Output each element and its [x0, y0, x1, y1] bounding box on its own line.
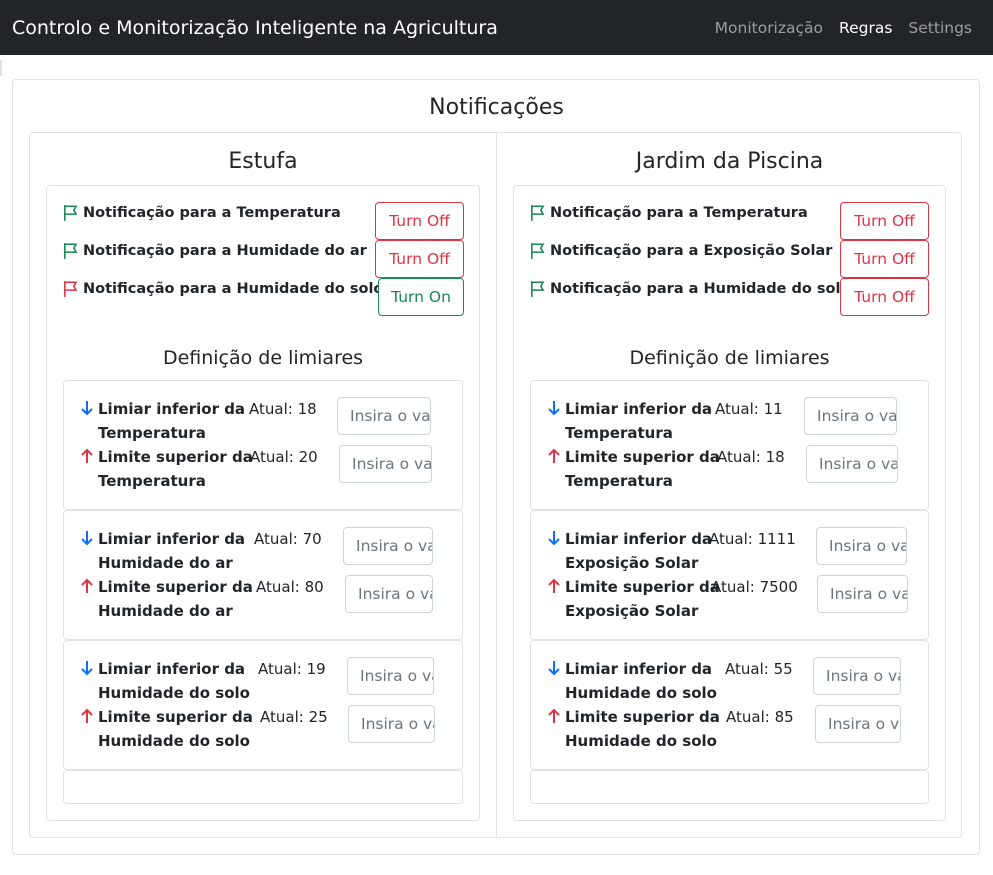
turn-off-button[interactable]: Turn Off [840, 202, 929, 240]
lower-label-l2: Humidade do solo [98, 684, 250, 702]
flag-icon [529, 242, 547, 260]
arrow-up-icon [81, 708, 93, 723]
upper-label-l2: Temperatura [98, 472, 206, 490]
nav-monitorizacao[interactable]: Monitorização [715, 19, 823, 37]
column-divider [496, 132, 497, 838]
nav-settings[interactable]: Settings [908, 19, 972, 37]
lower-threshold-input[interactable]: Insira o valor [337, 397, 431, 435]
upper-threshold-input[interactable]: Insira o valor [817, 575, 908, 613]
arrow-down-icon [548, 401, 560, 416]
upper-label-l2: Humidade do solo [565, 732, 717, 750]
flag-icon [62, 280, 80, 298]
lower-label-l2: Exposição Solar [565, 554, 699, 572]
lower-label-l2: Temperatura [565, 424, 673, 442]
lower-label: Limiar inferior da [565, 530, 713, 548]
column-title-estufa: Estufa [228, 149, 298, 174]
thresholds-title: Definição de limiares [629, 347, 830, 369]
turn-off-button[interactable]: Turn Off [375, 240, 464, 278]
lower-label-l2: Humidade do solo [565, 684, 717, 702]
upper-label: Limite superior da [98, 578, 253, 596]
notification-label: Notificação para a Temperatura [550, 205, 808, 221]
upper-label: Limite superior da [98, 448, 253, 466]
upper-threshold-input[interactable]: Insira o valor [339, 445, 432, 483]
upper-label: Limite superior da [565, 448, 720, 466]
arrow-down-icon [81, 661, 93, 676]
notification-humidade-solo: Notificação para a Humidade do solo [62, 280, 383, 298]
lower-label: Limiar inferior da [565, 400, 713, 418]
notification-label: Notificação para a Humidade do solo [550, 281, 851, 297]
column-title-jardim: Jardim da Piscina [635, 149, 824, 174]
lower-label-l2: Temperatura [98, 424, 206, 442]
arrow-down-icon [548, 661, 560, 676]
upper-label: Limite superior da [565, 708, 720, 726]
lower-threshold-input[interactable]: Insira o valor [804, 397, 897, 435]
turn-off-button[interactable]: Turn Off [840, 278, 929, 316]
arrow-down-icon [548, 531, 560, 546]
nav-links: Monitorização Regras Settings [715, 19, 972, 37]
notification-temperatura: Notificação para a Temperatura [62, 204, 341, 222]
current-value: Atual: 85 [726, 708, 794, 726]
upper-threshold-input[interactable]: Insira o valor [345, 575, 433, 613]
notification-exposicao-solar: Notificação para a Exposição Solar [529, 242, 832, 260]
brand-title[interactable]: Controlo e Monitorização Inteligente na … [12, 17, 498, 39]
notification-humidade-ar: Notificação para a Humidade do ar [62, 242, 367, 260]
lower-label: Limiar inferior da [98, 400, 246, 418]
empty-card [530, 770, 929, 804]
lower-label: Limiar inferior da [98, 530, 246, 548]
lower-threshold-input[interactable]: Insira o valor [343, 527, 433, 565]
current-value: Atual: 7500 [711, 578, 798, 596]
nav-regras[interactable]: Regras [839, 19, 892, 37]
upper-label-l2: Temperatura [565, 472, 673, 490]
notification-label: Notificação para a Humidade do solo [83, 281, 384, 297]
navbar: Controlo e Monitorização Inteligente na … [0, 0, 993, 55]
arrow-down-icon [81, 531, 93, 546]
turn-on-button[interactable]: Turn On [378, 278, 464, 316]
page-title: Notificações [429, 95, 564, 120]
notification-humidade-solo: Notificação para a Humidade do solo [529, 280, 850, 298]
current-value: Atual: 19 [258, 660, 326, 678]
flag-icon [529, 280, 547, 298]
arrow-up-icon [81, 448, 93, 463]
current-value: Atual: 1111 [709, 530, 796, 548]
current-value: Atual: 11 [715, 400, 783, 418]
upper-label: Limite superior da [98, 708, 253, 726]
lower-label-l2: Humidade do ar [98, 554, 233, 572]
current-value: Atual: 80 [256, 578, 324, 596]
notification-label: Notificação para a Temperatura [83, 205, 341, 221]
lower-label: Limiar inferior da [565, 660, 713, 678]
current-value: Atual: 70 [254, 530, 322, 548]
arrow-up-icon [548, 448, 560, 463]
current-value: Atual: 18 [249, 400, 317, 418]
notification-label: Notificação para a Exposição Solar [550, 243, 833, 259]
upper-threshold-input[interactable]: Insira o valor [806, 445, 898, 483]
upper-label-l2: Humidade do solo [98, 732, 250, 750]
current-value: Atual: 55 [725, 660, 793, 678]
empty-card [63, 770, 463, 804]
notification-label: Notificação para a Humidade do ar [83, 243, 367, 259]
flag-icon [62, 204, 80, 222]
edge-marker [0, 60, 2, 76]
current-value: Atual: 20 [250, 448, 318, 466]
upper-threshold-input[interactable]: Insira o valor [348, 705, 435, 743]
turn-off-button[interactable]: Turn Off [375, 202, 464, 240]
upper-label: Limite superior da [565, 578, 720, 596]
flag-icon [529, 204, 547, 222]
current-value: Atual: 25 [260, 708, 328, 726]
upper-label-l2: Humidade do ar [98, 602, 233, 620]
flag-icon [62, 242, 80, 260]
lower-threshold-input[interactable]: Insira o valor [816, 527, 907, 565]
current-value: Atual: 18 [717, 448, 785, 466]
arrow-up-icon [81, 578, 93, 593]
lower-label: Limiar inferior da [98, 660, 246, 678]
upper-label-l2: Exposição Solar [565, 602, 699, 620]
thresholds-title: Definição de limiares [162, 347, 364, 369]
lower-threshold-input[interactable]: Insira o valor [813, 657, 901, 695]
lower-threshold-input[interactable]: Insira o valor [347, 657, 434, 695]
upper-threshold-input[interactable]: Insira o valor [815, 705, 901, 743]
turn-off-button[interactable]: Turn Off [840, 240, 929, 278]
arrow-up-icon [548, 708, 560, 723]
notification-temperatura: Notificação para a Temperatura [529, 204, 808, 222]
arrow-down-icon [81, 401, 93, 416]
arrow-up-icon [548, 578, 560, 593]
